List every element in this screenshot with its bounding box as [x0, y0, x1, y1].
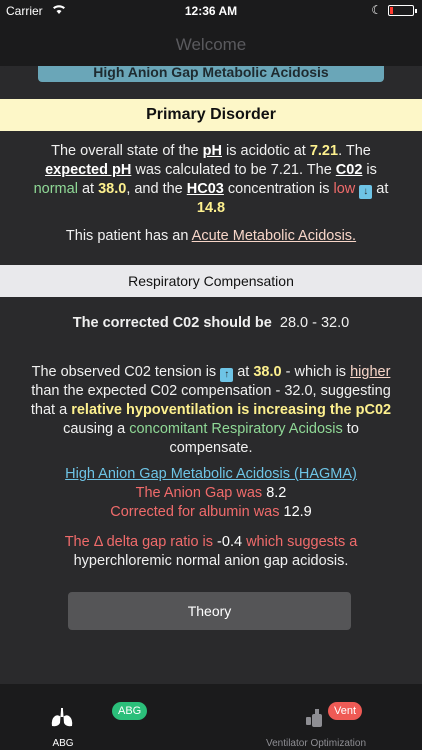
- observed-co2-paragraph: The observed C02 tension is ↑ at 38.0 - …: [30, 364, 392, 456]
- co2-link[interactable]: C02: [336, 162, 363, 178]
- primary-summary: The overall state of the pH is acidotic …: [33, 143, 389, 216]
- arrow-up-icon: ↑: [220, 368, 234, 382]
- ventilator-icon: [250, 708, 382, 733]
- nav-title: Welcome: [175, 35, 247, 54]
- tab-abg-label: ABG: [52, 738, 74, 749]
- primary-disorder-header: Primary Disorder: [0, 99, 422, 131]
- moon-icon: ☾: [371, 3, 382, 17]
- theory-button[interactable]: Theory: [68, 592, 351, 630]
- hagma-block: High Anion Gap Metabolic Acidosis (HAGMA…: [24, 465, 398, 522]
- ph-link[interactable]: pH: [203, 143, 222, 159]
- diagnosis-line: This patient has an Acute Metabolic Acid…: [65, 228, 357, 244]
- corrected-co2-line: The corrected C02 should be 28.0 - 32.0: [72, 315, 350, 331]
- results-sheet[interactable]: High Anion Gap Metabolic Acidosis Primar…: [0, 66, 422, 684]
- battery-icon: [388, 5, 417, 16]
- diagnosis-link[interactable]: Acute Metabolic Acidosis.: [192, 228, 356, 244]
- status-bar: Carrier 12:36 AM ☾: [0, 0, 422, 22]
- arrow-down-icon: ↓: [359, 185, 373, 199]
- status-time: 12:36 AM: [184, 4, 238, 18]
- resp-compensation-header: Respiratory Compensation: [0, 265, 422, 297]
- hagma-link[interactable]: High Anion Gap Metabolic Acidosis (HAGMA…: [24, 465, 398, 484]
- tab-ventilator-label: Ventilator Optimization: [265, 738, 367, 749]
- hagma-top-button[interactable]: High Anion Gap Metabolic Acidosis: [38, 66, 384, 82]
- nav-bar: Welcome: [0, 22, 422, 66]
- tab-bar: ABG ABG Vent Ventilator Optimization: [0, 684, 422, 750]
- abg-badge: ABG: [112, 702, 148, 720]
- lungs-icon: [0, 708, 128, 733]
- vent-badge: Vent: [328, 702, 363, 720]
- tab-ventilator[interactable]: Vent Ventilator Optimization: [250, 684, 382, 750]
- expected-ph-link[interactable]: expected pH: [45, 162, 131, 178]
- hco3-link[interactable]: HC03: [187, 181, 224, 197]
- tab-abg[interactable]: ABG ABG: [40, 684, 172, 750]
- delta-gap-block: The Δ delta gap ratio is -0.4 which sugg…: [64, 534, 358, 569]
